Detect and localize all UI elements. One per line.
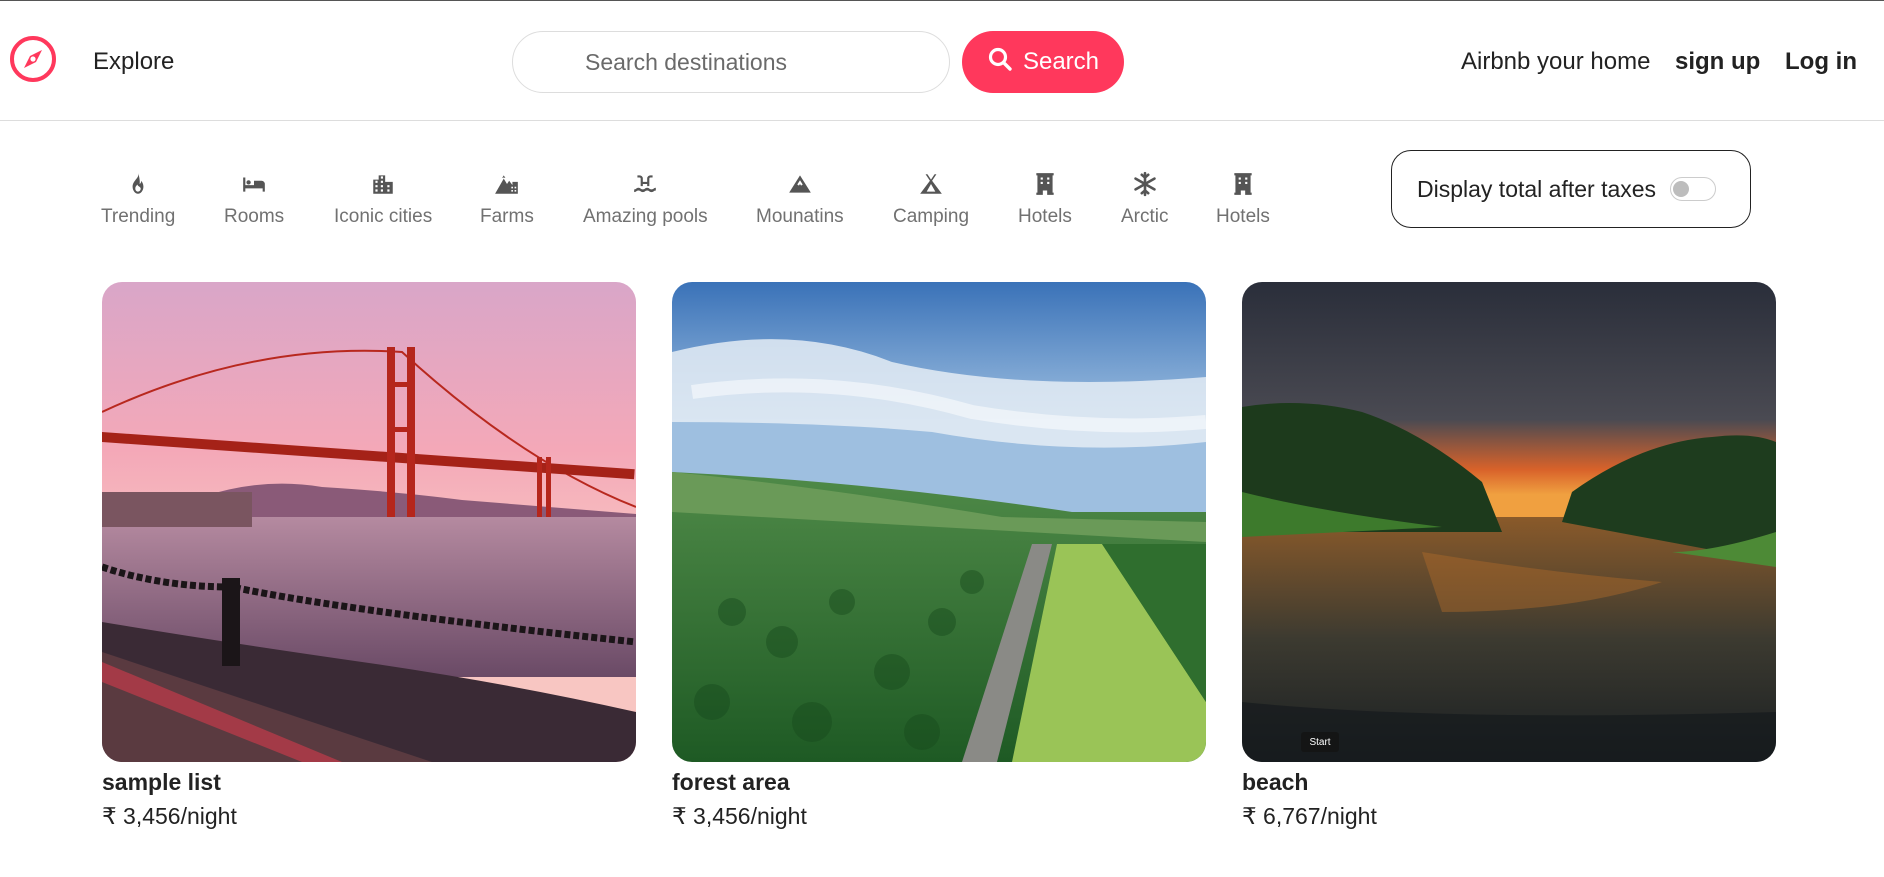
filter-label: Amazing pools	[583, 206, 708, 227]
listing-price: ₹ 3,456/night	[102, 803, 237, 829]
filter-arctic[interactable]: Arctic	[1121, 170, 1169, 228]
listing-price: ₹ 6,767/night	[1242, 803, 1377, 829]
explore-link[interactable]: Explore	[93, 48, 174, 76]
listing-title[interactable]: beach	[1242, 768, 1776, 796]
city-icon	[369, 170, 397, 198]
filter-label: Hotels	[1216, 206, 1270, 227]
start-overlay-label[interactable]: Start	[1301, 732, 1339, 752]
filter-hotels-2[interactable]: Hotels	[1216, 170, 1270, 228]
filter-label: Iconic cities	[334, 206, 433, 227]
tax-toggle-switch[interactable]	[1670, 177, 1717, 201]
listing-card[interactable]: Start beach ₹ 6,767/night	[1242, 282, 1776, 830]
filter-label: Trending	[101, 206, 176, 227]
compass-icon[interactable]	[9, 35, 57, 83]
listing-photo-river-sunset[interactable]: Start	[1242, 282, 1776, 762]
filter-label: Mounatins	[756, 206, 844, 227]
search-icon	[987, 46, 1013, 79]
listing-title[interactable]: sample list	[102, 768, 636, 796]
tent-icon	[917, 170, 945, 198]
navbar: Explore Search Airbnb your home sign up …	[0, 1, 1884, 121]
filter-hotels[interactable]: Hotels	[1018, 170, 1072, 228]
host-home-link[interactable]: Airbnb your home	[1461, 48, 1650, 76]
toggle-knob	[1673, 181, 1690, 197]
listing-price: ₹ 3,456/night	[672, 803, 807, 829]
listing-title[interactable]: forest area	[672, 768, 1206, 796]
mountain-icon	[786, 170, 814, 198]
signup-link[interactable]: sign up	[1675, 48, 1760, 76]
listing-card[interactable]: forest area ₹ 3,456/night	[672, 282, 1206, 830]
tax-toggle-box[interactable]: Display total after taxes	[1391, 150, 1751, 228]
search-input[interactable]	[512, 31, 950, 93]
filter-label: Rooms	[224, 206, 285, 227]
listing-photo-golden-gate[interactable]	[102, 282, 636, 762]
filter-label: Camping	[893, 206, 970, 227]
pool-icon	[631, 170, 659, 198]
hotel-icon	[1031, 170, 1059, 198]
filter-amazing-pools[interactable]: Amazing pools	[583, 170, 708, 228]
listing-photo-forest[interactable]	[672, 282, 1206, 762]
listing-card[interactable]: sample list ₹ 3,456/night	[102, 282, 636, 830]
filter-trending[interactable]: Trending	[101, 170, 175, 228]
filter-camping[interactable]: Camping	[893, 170, 969, 228]
snowflake-icon	[1131, 170, 1159, 198]
filter-label: Arctic	[1121, 206, 1169, 227]
hotel-icon	[1229, 170, 1257, 198]
filter-farms[interactable]: Farms	[480, 170, 534, 228]
filter-rooms[interactable]: Rooms	[224, 170, 284, 228]
search-button-label: Search	[1022, 48, 1100, 75]
filter-label: Hotels	[1018, 206, 1072, 227]
filter-iconic-cities[interactable]: Iconic cities	[334, 170, 432, 228]
bed-icon	[240, 170, 268, 198]
filter-mountains[interactable]: Mounatins	[756, 170, 844, 228]
tax-toggle-label: Display total after taxes	[1417, 175, 1657, 202]
search-button[interactable]: Search	[962, 31, 1124, 93]
fire-icon	[124, 170, 152, 198]
login-link[interactable]: Log in	[1785, 48, 1857, 76]
filter-label: Farms	[480, 206, 534, 227]
mountain-city-icon	[493, 170, 521, 198]
